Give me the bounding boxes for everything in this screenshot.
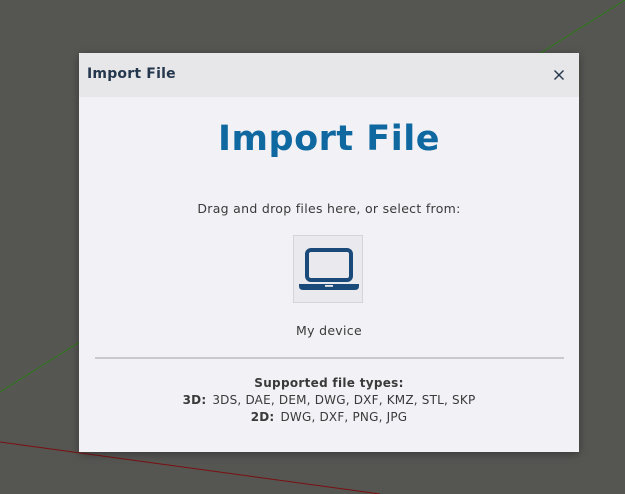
dialog-title: Import File bbox=[87, 66, 176, 82]
dialog-heading: Import File bbox=[218, 119, 440, 159]
dialog-header: Import File bbox=[79, 53, 579, 97]
supported-types-2d: 2D: DWG, DXF, PNG, JPG bbox=[79, 410, 579, 424]
drag-drop-instructions: Drag and drop files here, or select from… bbox=[197, 201, 461, 216]
supported-types-title: Supported file types: bbox=[254, 376, 404, 390]
close-button[interactable] bbox=[549, 65, 569, 85]
types-2d-formats: DWG, DXF, PNG, JPG bbox=[280, 410, 408, 424]
my-device-button[interactable] bbox=[293, 235, 363, 303]
laptop-icon bbox=[299, 248, 359, 290]
close-icon[interactable] bbox=[549, 65, 569, 85]
types-2d-label: 2D: bbox=[250, 410, 275, 424]
import-file-dialog: Import File Import File Drag and drop fi… bbox=[79, 53, 579, 452]
types-3d-formats: 3DS, DAE, DEM, DWG, DXF, KMZ, STL, SKP bbox=[212, 393, 476, 407]
my-device-label: My device bbox=[296, 323, 362, 338]
divider bbox=[95, 357, 564, 359]
supported-types-3d: 3D: 3DS, DAE, DEM, DWG, DXF, KMZ, STL, SK… bbox=[79, 393, 579, 407]
types-3d-label: 3D: bbox=[182, 393, 207, 407]
